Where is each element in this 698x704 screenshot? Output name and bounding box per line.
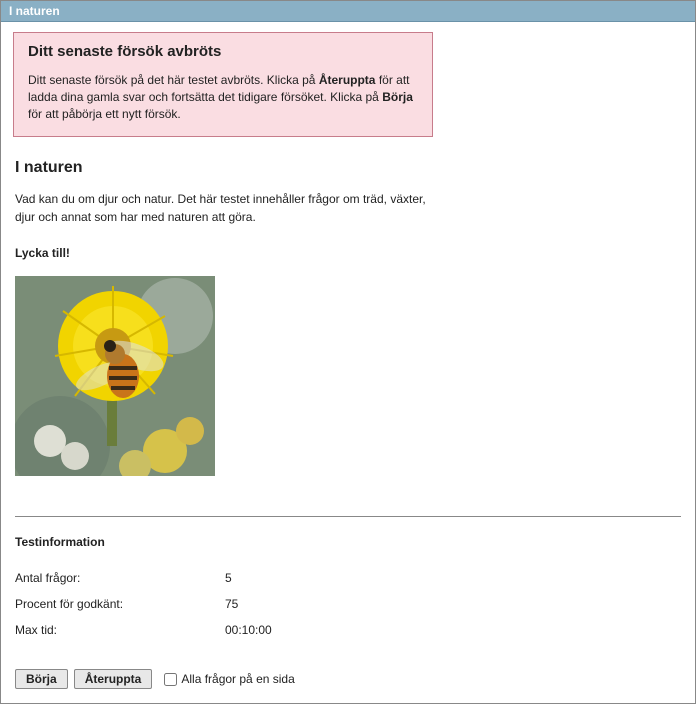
alert-body-bold-resume: Återuppta	[319, 73, 376, 87]
alert-title: Ditt senaste försök avbröts	[28, 43, 418, 60]
alert-body: Ditt senaste försök på det här testet av…	[28, 72, 418, 122]
test-image	[15, 276, 215, 476]
table-row: Procent för godkänt: 75	[15, 591, 272, 617]
info-label: Procent för godkänt:	[15, 591, 225, 617]
all-questions-one-page-label: Alla frågor på en sida	[181, 672, 294, 686]
test-heading: I naturen	[15, 159, 681, 177]
all-questions-one-page-option[interactable]: Alla frågor på en sida	[164, 672, 294, 686]
start-button[interactable]: Börja	[15, 669, 68, 689]
info-label: Antal frågor:	[15, 565, 225, 591]
window-content: Ditt senaste försök avbröts Ditt senaste…	[1, 22, 695, 703]
all-questions-one-page-checkbox[interactable]	[164, 673, 177, 686]
action-row: Börja Återuppta Alla frågor på en sida	[15, 669, 681, 689]
resume-button[interactable]: Återuppta	[74, 669, 153, 689]
info-value: 00:10:00	[225, 617, 272, 643]
info-value: 5	[225, 565, 272, 591]
window-title: I naturen	[9, 4, 60, 18]
testinfo-table: Antal frågor: 5 Procent för godkänt: 75 …	[15, 565, 272, 643]
bee-on-flower-icon	[15, 276, 215, 476]
good-luck-text: Lycka till!	[15, 246, 681, 260]
info-label: Max tid:	[15, 617, 225, 643]
table-row: Max tid: 00:10:00	[15, 617, 272, 643]
divider	[15, 516, 681, 517]
alert-body-pre: Ditt senaste försök på det här testet av…	[28, 73, 319, 87]
info-value: 75	[225, 591, 272, 617]
table-row: Antal frågor: 5	[15, 565, 272, 591]
test-intro: Vad kan du om djur och natur. Det här te…	[15, 191, 435, 226]
alert-body-post: för att påbörja ett nytt försök.	[28, 107, 181, 121]
alert-body-bold-start: Börja	[382, 90, 413, 104]
testinfo-title: Testinformation	[15, 535, 681, 549]
window-titlebar: I naturen	[1, 1, 695, 22]
aborted-attempt-alert: Ditt senaste försök avbröts Ditt senaste…	[13, 32, 433, 137]
test-window: I naturen Ditt senaste försök avbröts Di…	[0, 0, 696, 704]
